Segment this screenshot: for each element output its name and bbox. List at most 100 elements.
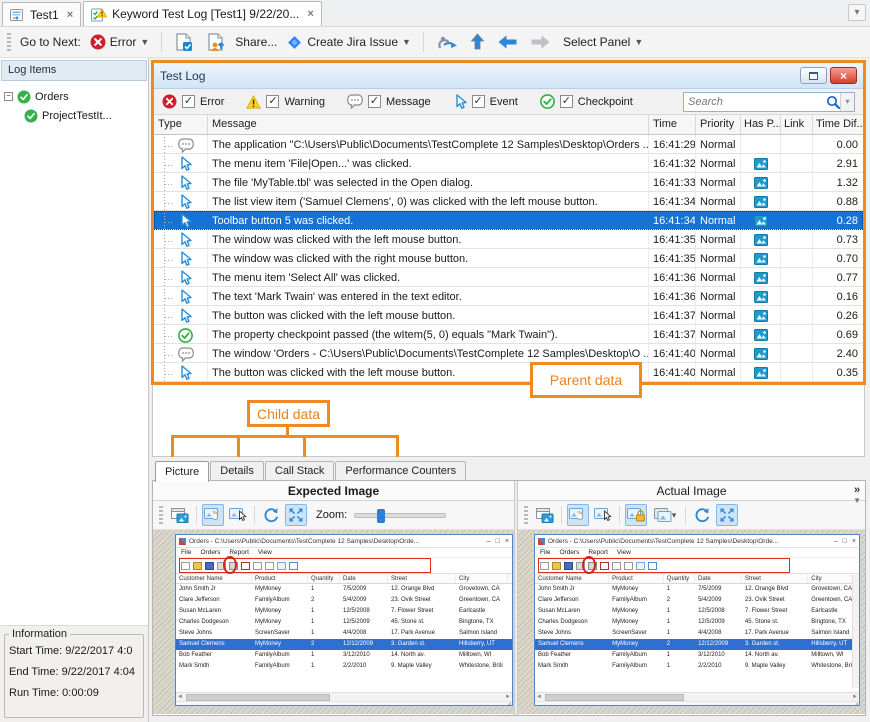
goto-next-error-button[interactable]: Error ▼	[87, 32, 153, 52]
picture-icon[interactable]	[754, 291, 768, 303]
column-header-time-diff[interactable]: Time Dif...	[813, 115, 863, 134]
chevron-down-icon[interactable]: ▼	[853, 496, 861, 506]
filter-message: ✓ Message	[347, 94, 431, 109]
picture-icon[interactable]	[754, 196, 768, 208]
toolbar-grip[interactable]	[159, 506, 163, 524]
test-log-titlebar[interactable]: Test Log ×	[154, 63, 863, 89]
expected-image-preview[interactable]: Orders - C:\Users\Public\Documents\TestC…	[153, 530, 514, 714]
search-icon[interactable]	[826, 95, 840, 109]
log-row[interactable]: The text 'Mark Twain' was entered in the…	[154, 287, 863, 306]
tab-picture[interactable]: Picture	[155, 461, 209, 482]
column-header-link[interactable]: Link	[781, 115, 813, 134]
orders-cell: ScreenSaver	[252, 628, 308, 639]
arrow-left-icon	[497, 34, 518, 50]
toolbar-overflow[interactable]: » ▼	[853, 484, 861, 506]
jump-to-test-button[interactable]	[433, 32, 461, 53]
picture-icon[interactable]	[754, 367, 768, 379]
log-row[interactable]: The button was clicked with the left mou…	[154, 363, 863, 382]
view-image-button[interactable]	[169, 504, 191, 526]
export-results-button[interactable]	[203, 31, 229, 54]
log-row[interactable]: The application "C:\Users\Public\Documen…	[154, 135, 863, 154]
create-jira-issue-button[interactable]: Create Jira Issue ▼	[283, 32, 414, 53]
column-header-priority[interactable]: Priority	[696, 115, 741, 134]
column-header-message[interactable]: Message	[208, 115, 649, 134]
search-input[interactable]	[684, 96, 826, 108]
pan-hand-icon	[569, 508, 587, 522]
picture-icon[interactable]	[754, 253, 768, 265]
restore-window-button[interactable]	[800, 67, 827, 84]
log-row[interactable]: Toolbar button 5 was clicked.16:41:34Nor…	[154, 211, 863, 230]
log-row[interactable]: The file 'MyTable.tbl' was selected in t…	[154, 173, 863, 192]
tab-test1[interactable]: Test1 ×	[2, 2, 81, 26]
select-results-button[interactable]	[171, 31, 197, 54]
close-tab-icon[interactable]: ×	[67, 9, 73, 21]
orders-cell: 4/4/2008	[340, 628, 388, 639]
fit-to-window-button[interactable]	[716, 504, 738, 526]
picture-icon[interactable]	[754, 329, 768, 341]
picture-icon[interactable]	[754, 272, 768, 284]
lock-image-button[interactable]	[625, 504, 647, 526]
link-cell	[781, 173, 813, 191]
log-row[interactable]: The menu item 'Select All' was clicked.1…	[154, 268, 863, 287]
tab-list-dropdown-icon[interactable]: ▾	[848, 4, 866, 21]
tab-keyword-test-log[interactable]: Keyword Test Log [Test1] 9/22/20... ×	[83, 1, 322, 26]
log-row[interactable]: The window 'Orders - C:\Users\Public\Doc…	[154, 344, 863, 363]
toolbar-grip[interactable]	[524, 506, 528, 524]
select-panel-button[interactable]: Select Panel ▼	[560, 33, 646, 51]
orders-cell: 1	[308, 650, 340, 661]
go-forward-button[interactable]	[527, 32, 554, 52]
fit-to-window-button[interactable]	[285, 504, 307, 526]
collapse-icon[interactable]: −	[4, 92, 13, 101]
picture-icon[interactable]	[754, 310, 768, 322]
event-checkbox[interactable]: ✓	[472, 95, 485, 108]
refresh-button[interactable]	[260, 504, 282, 526]
tab-performance-counters[interactable]: Performance Counters	[335, 461, 466, 481]
close-tab-icon[interactable]: ×	[307, 8, 313, 20]
picture-icon[interactable]	[754, 177, 768, 189]
tree-item-orders[interactable]: − Orders	[4, 87, 144, 106]
refresh-button[interactable]	[691, 504, 713, 526]
go-up-button[interactable]	[467, 31, 488, 53]
overflow-chevron-icon[interactable]: »	[854, 484, 860, 496]
column-header-has-picture[interactable]: Has P...	[741, 115, 781, 134]
view-image-button[interactable]	[534, 504, 556, 526]
zoom-slider-thumb[interactable]	[377, 509, 385, 523]
checkpoint-checkbox[interactable]: ✓	[560, 95, 573, 108]
select-mode-button[interactable]	[592, 504, 614, 526]
warning-checkbox[interactable]: ✓	[266, 95, 279, 108]
jira-label: Create Jira Issue	[307, 35, 398, 49]
picture-icon[interactable]	[754, 158, 768, 170]
column-header-type[interactable]: Type	[154, 115, 208, 134]
tree-item-projecttestitem[interactable]: ProjectTestIt...	[4, 106, 144, 125]
message-checkbox[interactable]: ✓	[368, 95, 381, 108]
log-row[interactable]: The window was clicked with the right mo…	[154, 249, 863, 268]
actual-image-preview[interactable]: Orders - C:\Users\Public\Documents\TestC…	[518, 530, 865, 714]
close-window-button[interactable]: ×	[830, 67, 857, 84]
red-annotation-circle	[582, 556, 596, 574]
column-header-time[interactable]: Time	[649, 115, 696, 134]
search-dropdown-icon[interactable]: ▾	[840, 93, 854, 111]
orders-cell: 2/2/2010	[695, 661, 742, 672]
zoom-slider[interactable]	[354, 513, 446, 518]
picture-icon[interactable]	[754, 234, 768, 246]
log-row[interactable]: The list view item ('Samuel Clemens', 0)…	[154, 192, 863, 211]
tab-call-stack[interactable]: Call Stack	[265, 461, 335, 481]
orders-cell: MyMoney	[609, 584, 664, 595]
select-mode-button[interactable]	[227, 504, 249, 526]
picture-icon[interactable]	[754, 348, 768, 360]
image-options-button[interactable]: ▾	[650, 504, 680, 526]
orders-row: Clare JeffersonFamilyAlbum25/4/200923. O…	[176, 595, 512, 606]
share-label[interactable]: Share...	[235, 35, 277, 49]
picture-icon[interactable]	[754, 215, 768, 227]
log-row[interactable]: The menu item 'File|Open...' was clicked…	[154, 154, 863, 173]
error-checkbox[interactable]: ✓	[182, 95, 195, 108]
log-row[interactable]: The window was clicked with the left mou…	[154, 230, 863, 249]
log-row[interactable]: The button was clicked with the left mou…	[154, 306, 863, 325]
tab-details[interactable]: Details	[210, 461, 264, 481]
pan-mode-button[interactable]	[567, 504, 589, 526]
pan-mode-button[interactable]	[202, 504, 224, 526]
toolbar-grip[interactable]	[7, 33, 11, 51]
go-back-button[interactable]	[494, 32, 521, 52]
orders-row: Steve JohnsScreenSaver14/4/200817. Park …	[535, 628, 859, 639]
log-row[interactable]: The property checkpoint passed (the wIte…	[154, 325, 863, 344]
